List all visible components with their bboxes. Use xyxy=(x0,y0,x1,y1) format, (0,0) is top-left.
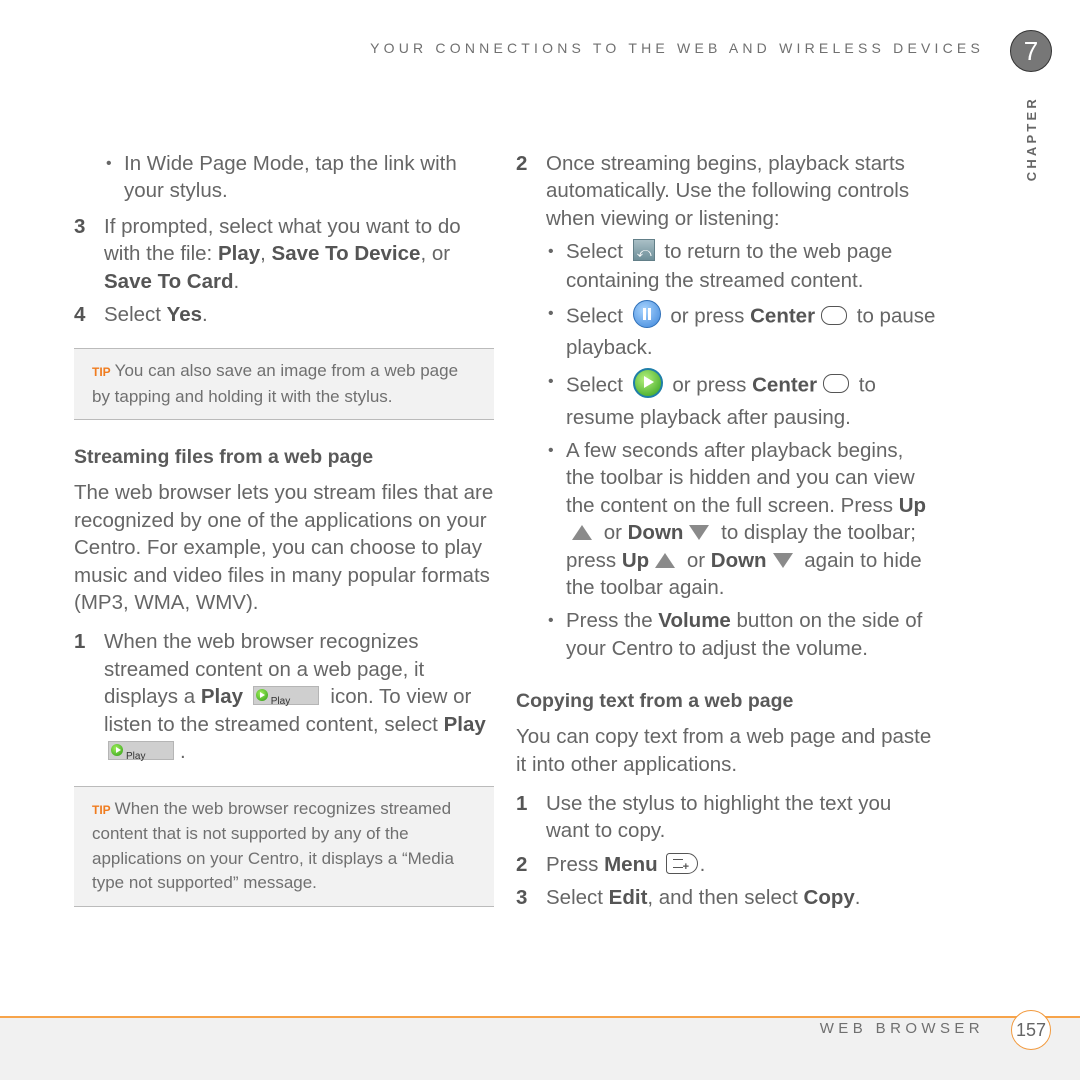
down-arrow-icon xyxy=(689,525,710,541)
separator: , xyxy=(260,242,272,266)
play-icon-text: Play xyxy=(270,696,291,708)
option-play: Play xyxy=(217,242,261,266)
bullet-wide-page-mode: In Wide Page Mode, tap the link with you… xyxy=(104,150,494,205)
copy-step-2: 2 Press Menu. xyxy=(516,851,936,881)
volume-label: Volume xyxy=(658,609,731,633)
step-number: 1 xyxy=(74,630,86,654)
step-4: 4 Select Yes. xyxy=(74,301,494,328)
center-key-icon xyxy=(823,374,850,394)
center-key-icon xyxy=(821,305,848,325)
option-save-to-card: Save To Card xyxy=(104,269,234,293)
option-yes: Yes xyxy=(166,303,203,327)
page-number: 157 xyxy=(1011,1010,1051,1050)
up-label: Up xyxy=(621,548,650,572)
back-arrow-icon xyxy=(632,238,655,266)
chapter-number-badge: 7 xyxy=(1010,30,1052,72)
edit-label: Edit xyxy=(608,886,648,910)
bullet-text: or press xyxy=(664,304,751,328)
up-arrow-icon xyxy=(655,552,676,568)
left-column: In Wide Page Mode, tap the link with you… xyxy=(74,150,494,907)
bullet-pause: Select or press Center to pause playback… xyxy=(546,300,936,361)
step-text: Once streaming begins, playback starts a… xyxy=(546,152,910,230)
tip-box-unsupported-media: TIP When the web browser recognizes strea… xyxy=(74,785,494,907)
bullet-text: In Wide Page Mode, tap the link with you… xyxy=(124,152,457,203)
bullet-text: A few seconds after playback begins, the… xyxy=(566,439,915,517)
copying-intro: You can copy text from a web page and pa… xyxy=(516,725,932,776)
period: . xyxy=(854,886,861,910)
running-head: YOUR CONNECTIONS TO THE WEB AND WIRELESS… xyxy=(370,40,984,56)
step-number: 3 xyxy=(74,214,86,238)
bullet-return-to-page: Select to return to the web page contain… xyxy=(546,238,936,294)
down-arrow-icon xyxy=(772,552,793,568)
up-arrow-icon xyxy=(572,525,592,541)
bullet-text: Select xyxy=(566,304,629,328)
play-button-icon: Play xyxy=(252,686,319,707)
step-text: Select xyxy=(546,886,609,910)
footer-section-title: WEB BROWSER xyxy=(819,1020,984,1037)
step-2: 2 Once streaming begins, playback starts… xyxy=(516,150,936,232)
play-button-icon: Play xyxy=(108,741,174,762)
tip-box-save-image: TIP You can also save an image from a web… xyxy=(74,348,494,421)
center-label: Center xyxy=(750,304,816,328)
play-label: Play xyxy=(443,712,486,736)
play-label: Play xyxy=(200,685,244,709)
separator: , or xyxy=(420,242,451,266)
pause-icon xyxy=(632,300,661,329)
step-number: 2 xyxy=(516,152,528,175)
step-3: 3 If prompted, select what you want to d… xyxy=(74,213,494,295)
section-heading-copying: Copying text from a web page xyxy=(516,690,794,713)
bullet-text: Press the xyxy=(566,609,659,633)
bullet-text: or xyxy=(598,521,628,545)
bullet-text: Select xyxy=(566,373,629,397)
step-number: 4 xyxy=(74,303,86,327)
play-icon xyxy=(111,744,123,757)
streaming-intro: The web browser lets you stream files th… xyxy=(74,481,494,615)
up-label: Up xyxy=(898,493,927,517)
resume-play-icon xyxy=(632,367,663,398)
option-save-to-device: Save To Device xyxy=(271,242,421,266)
tip-text: When the web browser recognizes streamed… xyxy=(92,798,454,893)
step-text: Use the stylus to highlight the text you… xyxy=(546,792,892,843)
bullet-text: Select xyxy=(566,240,629,264)
step-text: , and then select xyxy=(647,886,804,910)
bullet-text: or press xyxy=(666,373,753,397)
down-label: Down xyxy=(627,521,684,545)
step-text: Select xyxy=(104,303,167,327)
tip-label: TIP xyxy=(92,802,111,817)
chapter-label: CHAPTER xyxy=(1024,96,1039,182)
copy-step-3: 3 Select Edit, and then select Copy. xyxy=(516,884,936,911)
bullet-text: or xyxy=(681,548,711,572)
tip-label: TIP xyxy=(92,365,111,380)
bullet-toolbar: A few seconds after playback begins, the… xyxy=(546,437,936,601)
step-number: 2 xyxy=(516,852,528,876)
period: . xyxy=(233,269,240,293)
menu-key-icon xyxy=(665,852,698,881)
play-icon-text: Play xyxy=(126,751,146,763)
tip-text: You can also save an image from a web pa… xyxy=(92,361,459,406)
step-number: 3 xyxy=(516,886,528,910)
period: . xyxy=(180,740,186,764)
copy-step-1: 1 Use the stylus to highlight the text y… xyxy=(516,790,936,845)
center-label: Center xyxy=(752,373,818,397)
right-column: 2 Once streaming begins, playback starts… xyxy=(516,150,936,912)
play-icon xyxy=(255,689,268,702)
period: . xyxy=(202,303,208,327)
step-1: 1 When the web browser recognizes stream… xyxy=(74,628,494,765)
menu-label: Menu xyxy=(604,852,658,876)
bullet-volume: Press the Volume button on the side of y… xyxy=(546,607,936,662)
period: . xyxy=(699,852,706,876)
step-number: 1 xyxy=(516,792,528,816)
step-text: Press xyxy=(546,852,605,876)
copy-label: Copy xyxy=(803,886,855,910)
bullet-resume: Select or press Center to resume playbac… xyxy=(546,367,936,431)
section-heading-streaming: Streaming files from a web page xyxy=(74,446,374,469)
down-label: Down xyxy=(710,548,767,572)
